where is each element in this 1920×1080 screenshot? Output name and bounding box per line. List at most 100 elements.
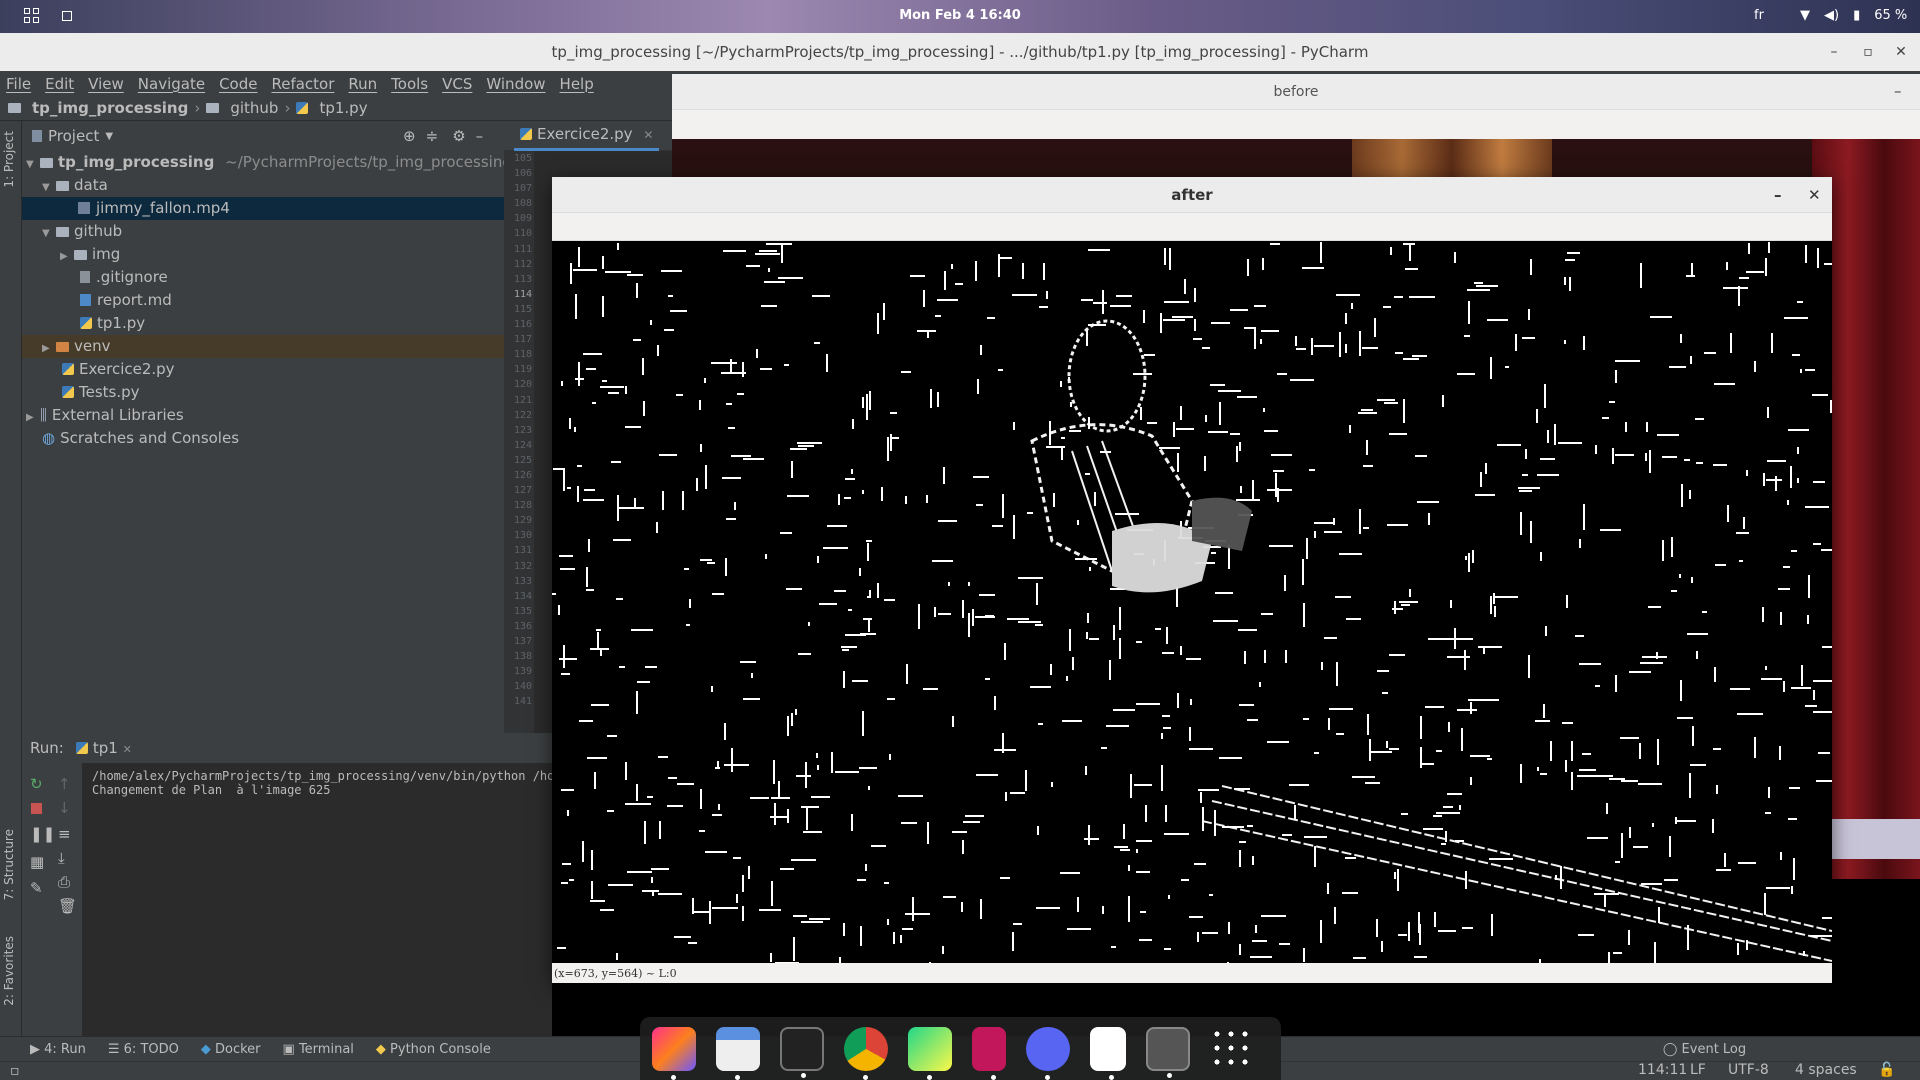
minimize-icon[interactable]: – [1826,44,1842,60]
tab-run-label: 4: Run [44,1041,86,1057]
keyboard-layout[interactable]: fr [1754,8,1764,23]
menu-navigate[interactable]: Navigate [138,75,205,93]
app-grid-icon[interactable] [1210,1026,1254,1071]
chrome-icon[interactable] [844,1026,888,1080]
breadcrumb-file[interactable]: tp1.py [319,99,367,117]
tree-item-gitignore[interactable]: .gitignore [22,266,504,289]
status-toggle-icon[interactable]: ▫ [10,1063,20,1079]
rerun-icon[interactable]: ↻ [30,775,44,793]
close-icon[interactable]: ✕ [1808,177,1821,213]
locate-icon[interactable]: ⊕ [403,127,416,145]
line-number: 121 [513,394,532,406]
tab-python-console[interactable]: ◆ Python Console [376,1042,491,1057]
tree-item-label: tp_img_processing [58,153,215,171]
menu-run[interactable]: Run [348,75,377,93]
tab-todo[interactable]: ☰ 6: TODO [108,1042,179,1057]
tab-project[interactable]: 1: Project [2,131,16,188]
menu-file[interactable]: File [6,75,31,93]
line-number: 120 [513,379,532,391]
breadcrumb-project[interactable]: tp_img_processing [32,99,188,117]
tree-item-tests[interactable]: Tests.py [22,381,504,404]
system-tray[interactable]: ▼ ◀) ▮ 65 % [1800,8,1907,23]
tree-item-jimmy-fallon[interactable]: jimmy_fallon.mp4 [22,197,504,220]
menu-code[interactable]: Code [219,75,257,93]
line-separator[interactable]: LF [1690,1062,1706,1078]
close-tab-icon[interactable]: ✕ [643,128,653,142]
after-window-titlebar: after – ✕ [552,177,1832,213]
tree-item-report[interactable]: report.md [22,289,504,312]
pin-icon[interactable]: ✎ [30,879,44,897]
menu-view[interactable]: View [88,75,124,93]
console-line: Changement de Plan à l'image 625 [92,783,331,797]
text-editor-icon[interactable] [972,1026,1006,1080]
tree-item-tp1[interactable]: tp1.py [22,312,504,335]
tree-item-venv[interactable]: ▶ venv [22,335,504,358]
tab-event-log[interactable]: ◯ Event Log [1663,1042,1746,1057]
stop-icon[interactable] [31,803,42,814]
soft-wrap-icon[interactable]: ≡ [58,825,72,843]
jetbrains-toolbox-icon[interactable] [652,1026,696,1080]
tab-docker[interactable]: ◆ Docker [201,1042,261,1057]
line-number: 115 [513,303,532,315]
chevron-down-icon[interactable]: ▼ [105,131,113,142]
menu-refactor[interactable]: Refactor [271,75,334,93]
expanded-arrow-icon: ▼ [42,228,50,239]
close-tab-icon[interactable]: ✕ [123,743,132,756]
tree-item-github[interactable]: ▼ github [22,220,504,243]
print-icon[interactable]: ⎙ [58,873,72,891]
menu-help[interactable]: Help [560,75,594,93]
discord-icon[interactable] [1026,1026,1070,1080]
collapse-all-icon[interactable]: ≑ [426,127,439,145]
maximize-icon[interactable]: ▫ [1860,44,1876,60]
python-file-icon [80,317,92,329]
expanded-arrow-icon: ▼ [42,182,50,193]
menu-edit[interactable]: Edit [45,75,74,93]
up-arrow-icon[interactable]: ↑ [58,775,72,793]
clock[interactable]: Mon Feb 4 16:40 [0,8,1920,23]
line-number: 107 [513,183,532,195]
tab-favorites[interactable]: 2: Favorites [2,936,16,1006]
layout-icon[interactable]: ▦ [30,853,44,871]
tree-item-root[interactable]: ▼ tp_img_processing ~/PycharmProjects/tp_… [22,151,512,174]
editor-tab-exercice2[interactable]: Exercice2.py ✕ [514,125,660,151]
breadcrumb-github[interactable]: github [230,99,278,117]
collapsed-arrow-icon: ▶ [26,412,34,423]
line-number: 141 [513,696,532,708]
tab-structure[interactable]: 7: Structure [2,829,16,900]
image-window-icon[interactable] [1146,1026,1190,1078]
files-icon[interactable] [716,1026,760,1080]
document-viewer-icon[interactable] [1090,1026,1126,1080]
close-icon[interactable]: ✕ [1893,44,1909,60]
trash-icon[interactable]: 🗑 [58,897,77,915]
menu-vcs[interactable]: VCS [442,75,472,93]
tree-item-img[interactable]: ▶ img [22,243,504,266]
down-arrow-icon[interactable]: ↓ [58,799,72,817]
tab-run[interactable]: ▶ 4: Run [30,1042,86,1057]
minimize-icon[interactable]: – [1774,177,1782,213]
lock-icon[interactable]: 🔓 [1878,1062,1895,1078]
line-number: 118 [513,349,532,361]
tree-item-external-libraries[interactable]: ▶ ⫼ External Libraries [22,404,504,427]
cursor-position[interactable]: 114:11 [1638,1062,1687,1078]
run-tab-tp1[interactable]: tp1 ✕ [75,739,132,757]
hide-panel-icon[interactable]: – [476,127,484,145]
indent-setting[interactable]: 4 spaces [1795,1062,1857,1078]
tree-item-data[interactable]: ▼ data [22,174,504,197]
pycharm-icon[interactable] [908,1026,952,1080]
run-panel-header: Run: tp1 ✕ [22,733,552,763]
pause-icon[interactable]: ❚❚ [30,825,55,843]
after-image-canvas[interactable] [552,241,1832,963]
file-encoding[interactable]: UTF-8 [1728,1062,1769,1078]
menu-window[interactable]: Window [486,75,545,93]
tree-item-scratches[interactable]: ◍ Scratches and Consoles [22,427,504,450]
gear-icon[interactable]: ⚙ [452,127,465,145]
minimize-icon[interactable]: – [1894,82,1902,100]
console-output[interactable]: /home/alex/PycharmProjects/tp_img_proces… [92,763,569,1036]
scroll-to-end-icon[interactable]: ⤓ [58,849,72,867]
menu-tools[interactable]: Tools [391,75,428,93]
tree-item-exercice2[interactable]: Exercice2.py [22,358,504,381]
tab-terminal[interactable]: ▣ Terminal [283,1042,354,1057]
project-panel-title[interactable]: Project [48,127,99,145]
terminal-icon[interactable] [780,1026,824,1078]
python-file-icon [62,363,74,375]
